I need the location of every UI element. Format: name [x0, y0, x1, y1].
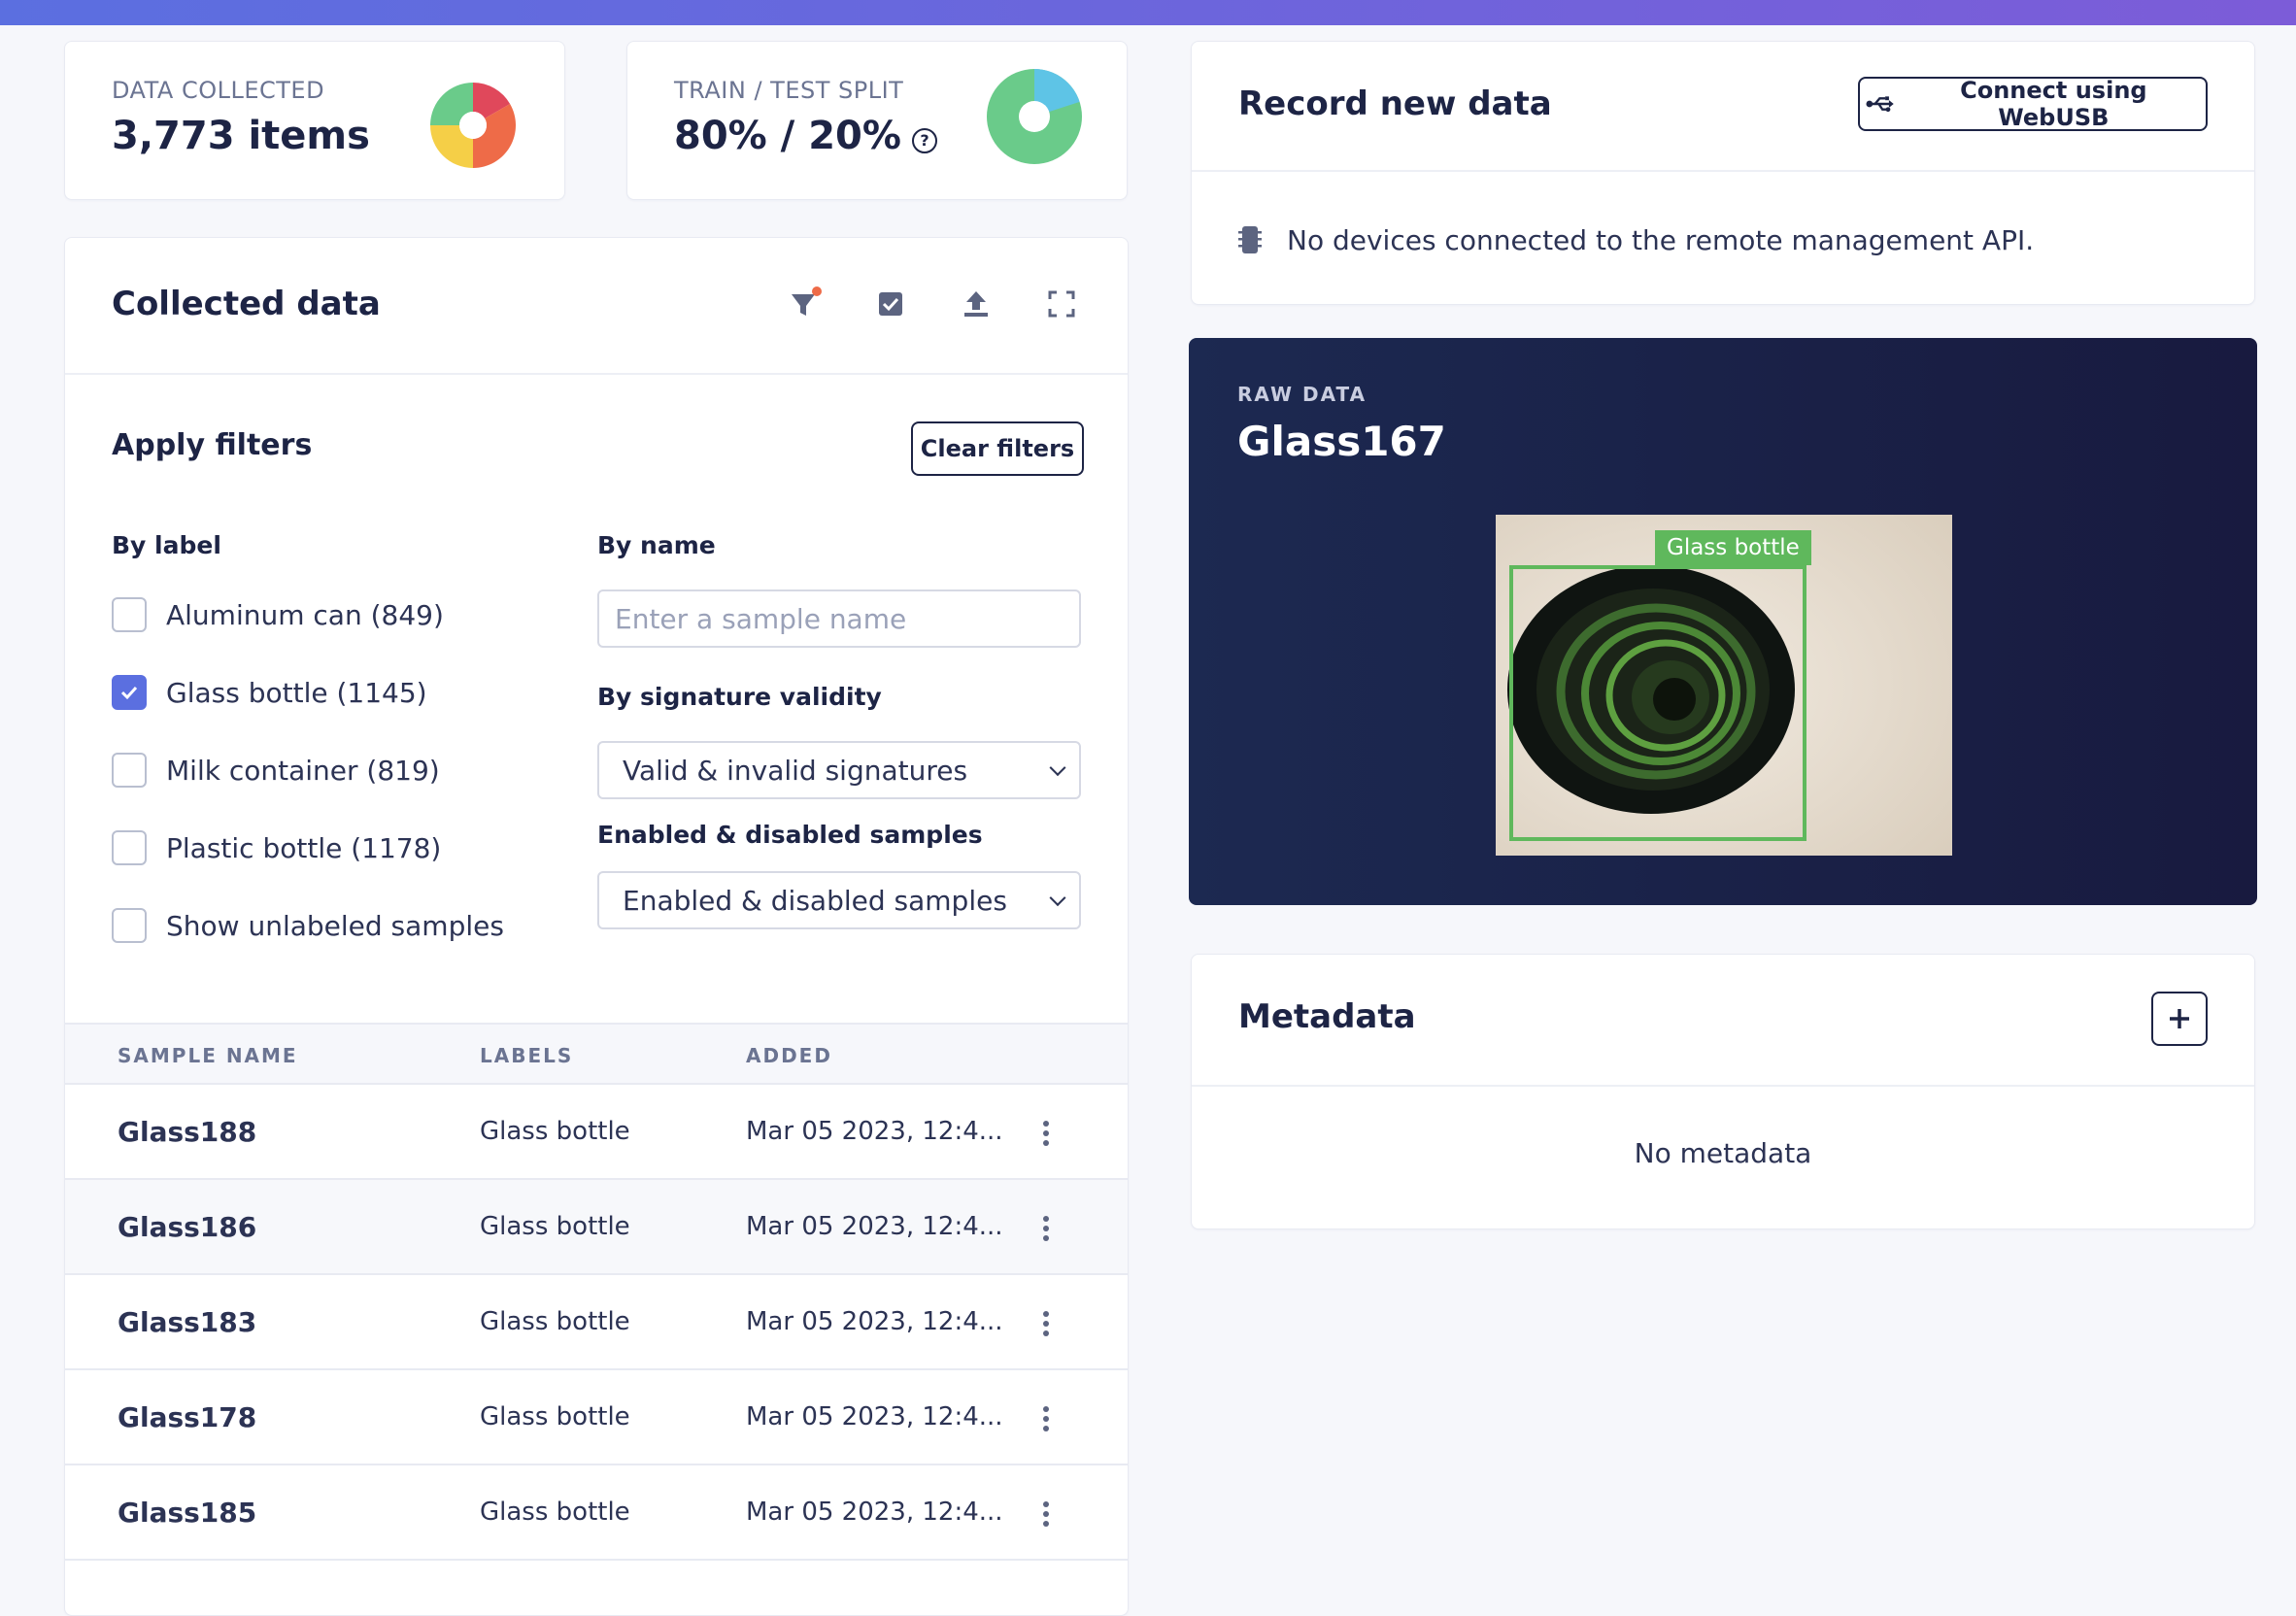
sample-image: Glass bottle: [1496, 515, 1952, 856]
sample-added: Mar 05 2023, 12:4...: [746, 1498, 1003, 1527]
bounding-box[interactable]: [1509, 565, 1806, 841]
sample-label: Glass bottle: [480, 1307, 630, 1336]
clear-filters-button[interactable]: Clear filters: [911, 421, 1084, 476]
label-filter-text: Aluminum can (849): [166, 598, 444, 631]
enabled-samples-select[interactable]: Enabled & disabled samples: [597, 871, 1081, 929]
column-added[interactable]: ADDED: [746, 1044, 832, 1067]
row-menu-icon[interactable]: [1036, 1304, 1056, 1343]
usb-icon: [1866, 96, 1894, 113]
chevron-down-icon: [1049, 759, 1066, 777]
row-menu-icon[interactable]: [1036, 1114, 1056, 1153]
expand-icon[interactable]: [1042, 285, 1081, 323]
sample-name: Glass183: [118, 1306, 257, 1338]
signature-validity-title: By signature validity: [597, 683, 882, 711]
sample-label: Glass bottle: [480, 1117, 630, 1146]
data-collected-card: DATA COLLECTED 3,773 items: [64, 41, 565, 200]
header-divider: [65, 373, 1128, 375]
sample-label: Glass bottle: [480, 1498, 630, 1527]
select-value: Enabled & disabled samples: [623, 884, 1007, 917]
sample-added: Mar 05 2023, 12:4...: [746, 1402, 1003, 1431]
column-sample-name[interactable]: SAMPLE NAME: [118, 1044, 298, 1067]
raw-data-label: RAW DATA: [1237, 383, 1367, 406]
add-metadata-button[interactable]: [2151, 992, 2208, 1046]
label-distribution-donut: [430, 83, 516, 168]
apply-filters-title: Apply filters: [112, 428, 313, 462]
checkbox[interactable]: [112, 830, 147, 865]
raw-data-sample-name: Glass167: [1237, 418, 1446, 465]
table-row[interactable]: Glass178 Glass bottle Mar 05 2023, 12:4.…: [65, 1370, 1128, 1465]
label-filter-text: Plastic bottle (1178): [166, 831, 442, 864]
sample-added: Mar 05 2023, 12:4...: [746, 1307, 1003, 1336]
connect-webusb-label: Connect using WebUSB: [1960, 77, 2147, 131]
plus-icon: [2170, 1009, 2189, 1028]
metadata-title: Metadata: [1238, 997, 1416, 1036]
collected-data-card: Collected data Apply filters Clear filte…: [64, 237, 1129, 1616]
by-label-title: By label: [112, 531, 221, 559]
record-divider: [1192, 170, 2254, 172]
filter-icon[interactable]: [786, 285, 825, 323]
metadata-card: Metadata No metadata: [1191, 954, 2255, 1229]
no-devices-message: No devices connected to the remote manag…: [1287, 224, 2035, 256]
row-menu-icon[interactable]: [1036, 1399, 1056, 1438]
collected-data-title: Collected data: [112, 285, 381, 323]
label-filter-milk-container[interactable]: Milk container (819): [112, 751, 440, 790]
label-filter-text: Show unlabeled samples: [166, 909, 504, 942]
sample-added: Mar 05 2023, 12:4...: [746, 1212, 1003, 1241]
train-test-split-card: TRAIN / TEST SPLIT 80% / 20% ?: [626, 41, 1128, 200]
enabled-samples-title: Enabled & disabled samples: [597, 821, 983, 849]
top-gradient-bar: [0, 0, 2296, 25]
bounding-box-label: Glass bottle: [1655, 530, 1811, 565]
data-collected-value: 3,773 items: [112, 114, 370, 158]
column-labels[interactable]: LABELS: [480, 1044, 573, 1067]
sample-label: Glass bottle: [480, 1402, 630, 1431]
chevron-down-icon: [1049, 890, 1066, 907]
row-menu-icon[interactable]: [1036, 1495, 1056, 1533]
sample-label: Glass bottle: [480, 1212, 630, 1241]
split-label: TRAIN / TEST SPLIT: [674, 77, 904, 104]
metadata-divider: [1192, 1085, 2254, 1087]
split-donut: [987, 69, 1082, 164]
table-row[interactable]: Glass188 Glass bottle Mar 05 2023, 12:4.…: [65, 1085, 1128, 1180]
connect-webusb-button[interactable]: Connect using WebUSB: [1858, 77, 2208, 131]
checkbox[interactable]: [112, 597, 147, 632]
label-filter-text: Glass bottle (1145): [166, 676, 427, 709]
table-row[interactable]: Glass185 Glass bottle Mar 05 2023, 12:4.…: [65, 1465, 1128, 1561]
split-value: 80% / 20%: [674, 114, 901, 158]
table-row[interactable]: Glass183 Glass bottle Mar 05 2023, 12:4.…: [65, 1275, 1128, 1370]
no-metadata-message: No metadata: [1634, 1137, 1812, 1169]
sample-name-input[interactable]: [597, 589, 1081, 648]
signature-validity-select[interactable]: Valid & invalid signatures: [597, 741, 1081, 799]
by-name-title: By name: [597, 531, 716, 559]
upload-icon[interactable]: [957, 285, 996, 323]
sample-name: Glass186: [118, 1211, 257, 1243]
table-header: SAMPLE NAME LABELS ADDED: [65, 1023, 1128, 1085]
sample-added: Mar 05 2023, 12:4...: [746, 1117, 1003, 1146]
help-icon[interactable]: ?: [912, 128, 937, 153]
sample-name: Glass185: [118, 1497, 257, 1529]
show-unlabeled-toggle[interactable]: Show unlabeled samples: [112, 906, 504, 945]
record-new-data-card: Record new data Connect using WebUSB No …: [1191, 41, 2255, 305]
table-row[interactable]: Glass186 Glass bottle Mar 05 2023, 12:4.…: [65, 1180, 1128, 1275]
label-filter-glass-bottle[interactable]: Glass bottle (1145): [112, 673, 427, 712]
label-filter-aluminum-can[interactable]: Aluminum can (849): [112, 595, 444, 634]
select-value: Valid & invalid signatures: [623, 754, 968, 787]
label-filter-plastic-bottle[interactable]: Plastic bottle (1178): [112, 828, 441, 867]
record-title: Record new data: [1238, 84, 1552, 123]
device-chip-icon: [1238, 226, 1262, 253]
checkbox-checked[interactable]: [112, 675, 147, 710]
sample-name: Glass188: [118, 1116, 257, 1148]
label-filter-text: Milk container (819): [166, 754, 440, 787]
raw-data-panel: RAW DATA Glass167 Glass bottle: [1189, 338, 2257, 905]
checkbox[interactable]: [112, 908, 147, 943]
select-checkbox-icon[interactable]: [871, 285, 910, 323]
data-collected-label: DATA COLLECTED: [112, 77, 325, 104]
checkbox[interactable]: [112, 753, 147, 788]
sample-name: Glass178: [118, 1401, 257, 1433]
row-menu-icon[interactable]: [1036, 1209, 1056, 1248]
